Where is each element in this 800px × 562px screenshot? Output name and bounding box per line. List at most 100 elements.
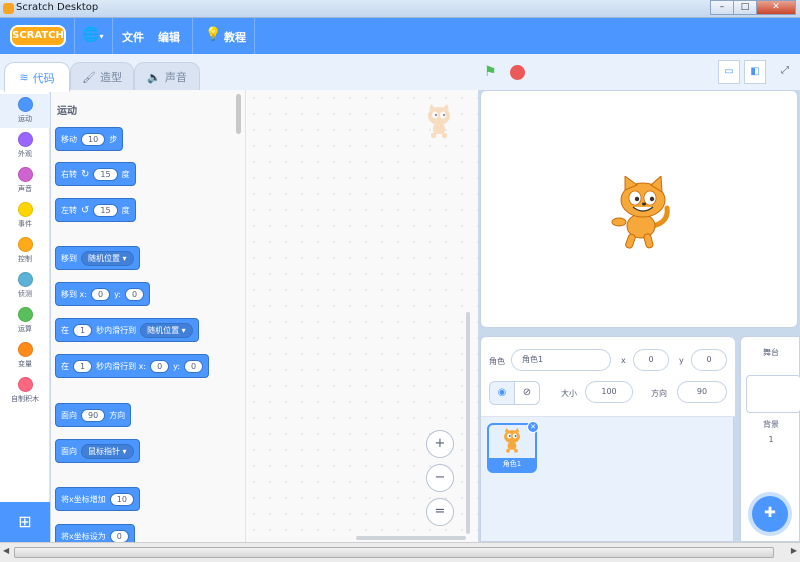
block-number-input[interactable]: 15 [93, 167, 118, 181]
size-input[interactable]: 100 [585, 381, 633, 403]
tab-costumes-label: 造型 [99, 71, 122, 84]
block-turn-right[interactable]: 右转 ↻ 15 度 [55, 162, 136, 186]
y-position-input[interactable]: 0 [691, 349, 727, 371]
fullscreen-button[interactable]: ⤢ [774, 60, 796, 84]
block-goto[interactable]: 移到 随机位置 ▾ [55, 246, 140, 270]
category-label: 声音 [18, 185, 32, 193]
close-button[interactable]: ✕ [756, 0, 796, 15]
sprite-info-panel: 角色 角色1 x 0 y 0 ◉ ⊘ 大小 100 方向 90 [481, 337, 735, 417]
window-horizontal-scrollbar[interactable]: ◀ ▶ [0, 542, 800, 562]
tab-code-label: 代码 [32, 71, 55, 85]
cat-sprite[interactable] [605, 176, 675, 251]
block-number-input[interactable]: 0 [184, 359, 204, 373]
block-dropdown[interactable]: 随机位置 ▾ [81, 250, 134, 266]
rotate-left-icon: ↺ [81, 204, 90, 216]
category-dot [17, 342, 33, 357]
block-glide-to[interactable]: 在 1 秒内滑行到 随机位置 ▾ [55, 318, 199, 342]
block-text: 秒内滑行到 [96, 325, 137, 335]
block-number-input[interactable]: 0 [124, 287, 145, 301]
category-events[interactable]: 事件 [0, 202, 50, 229]
tab-sounds[interactable]: 🔈 声音 [134, 62, 200, 91]
minimize-button[interactable]: – [710, 0, 734, 15]
block-glide-xy[interactable]: 在 1 秒内滑行到 x: 0 y: 0 [55, 354, 210, 378]
zoom-out-button[interactable]: − [426, 464, 454, 492]
stage-canvas[interactable] [480, 90, 798, 328]
workspace-horizontal-scrollbar[interactable] [356, 536, 466, 540]
zoom-reset-button[interactable]: = [426, 498, 454, 526]
eye-slash-icon: ⊘ [522, 387, 532, 398]
sprite-name-input[interactable]: 角色1 [511, 349, 611, 371]
block-change-x[interactable]: 将x坐标增加 10 [55, 487, 140, 511]
block-set-x[interactable]: 将x坐标设为 0 [55, 524, 135, 542]
size-label: 大小 [561, 389, 577, 398]
block-number-input[interactable]: 90 [81, 408, 106, 422]
category-variables[interactable]: 变量 [0, 342, 50, 369]
direction-input[interactable]: 90 [677, 381, 727, 403]
block-dropdown[interactable]: 随机位置 ▾ [140, 322, 193, 338]
block-text: 度 [121, 169, 130, 179]
category-sound[interactable]: 声音 [0, 167, 50, 194]
speaker-icon: 🔈 [147, 70, 161, 84]
block-number-input[interactable]: 0 [90, 287, 111, 301]
globe-icon[interactable]: 🌐▾ [82, 27, 103, 43]
code-workspace[interactable]: + − = [246, 90, 478, 542]
large-stage-button[interactable]: ◧ [744, 60, 766, 84]
category-looks[interactable]: 外观 [0, 132, 50, 159]
scroll-right-icon[interactable]: ▶ [791, 546, 797, 555]
scroll-left-icon[interactable]: ◀ [3, 546, 9, 555]
choose-sprite-button[interactable]: ✚ [752, 496, 788, 532]
block-palette: 运动 移动 10 步 右转 ↻ 15 度 左转 ↺ 15 度 移到 随机位置 ▾… [51, 90, 246, 542]
block-move-steps[interactable]: 移动 10 步 [55, 127, 124, 151]
category-dot [17, 237, 33, 252]
tab-costumes[interactable]: 🖌 造型 [70, 62, 134, 91]
block-text: y: [114, 289, 121, 299]
zoom-in-button[interactable]: + [426, 430, 454, 458]
block-number-input[interactable]: 15 [93, 203, 118, 217]
show-sprite-button[interactable]: ◉ [489, 381, 515, 405]
block-text: 右转 [61, 169, 77, 179]
fullscreen-icon: ⤢ [781, 65, 789, 76]
category-operators[interactable]: 运算 [0, 307, 50, 334]
block-number-input[interactable]: 10 [81, 132, 106, 146]
block-number-input[interactable]: 0 [150, 359, 170, 373]
menu-divider [74, 18, 75, 54]
menu-edit[interactable]: 编辑 [158, 29, 180, 45]
block-number-input[interactable]: 10 [109, 492, 134, 506]
hide-sprite-button[interactable]: ⊘ [514, 381, 540, 405]
add-extension-button[interactable]: ⊞ [0, 502, 50, 542]
block-dropdown[interactable]: 鼠标指针 ▾ [81, 443, 134, 459]
block-goto-xy[interactable]: 移到 x: 0 y: 0 [55, 282, 151, 306]
scrollbar-thumb[interactable] [14, 547, 774, 558]
category-sensing[interactable]: 侦测 [0, 272, 50, 299]
block-number-input[interactable]: 0 [109, 529, 129, 542]
y-label: y [679, 356, 684, 365]
small-stage-button[interactable]: ▭ [718, 60, 740, 84]
block-point-direction[interactable]: 面向 90 方向 [55, 403, 132, 427]
block-number-input[interactable]: 1 [73, 359, 93, 373]
block-text: 移动 [61, 134, 77, 144]
sprite-tile[interactable]: ✕ 角色1 [487, 421, 539, 473]
tab-code[interactable]: ≋ 代码 [4, 62, 70, 92]
maximize-button[interactable]: □ [733, 0, 757, 15]
category-control[interactable]: 控制 [0, 237, 50, 264]
scratch-logo[interactable]: SCRATCH [10, 25, 66, 47]
block-number-input[interactable]: 1 [73, 323, 93, 337]
delete-sprite-icon[interactable]: ✕ [527, 421, 539, 433]
block-point-towards[interactable]: 面向 鼠标指针 ▾ [55, 439, 140, 463]
menu-tutorials[interactable]: 教程 [224, 29, 246, 45]
palette-scrollbar[interactable] [236, 94, 241, 134]
green-flag-icon[interactable]: ⚑ [484, 64, 497, 80]
block-text: y: [173, 361, 181, 371]
menu-file[interactable]: 文件 [122, 29, 144, 45]
stop-icon[interactable] [510, 65, 525, 80]
sprite-thumbnail [504, 428, 520, 453]
workspace-vertical-scrollbar[interactable] [466, 312, 470, 534]
block-turn-left[interactable]: 左转 ↺ 15 度 [55, 198, 136, 222]
category-my-blocks[interactable]: 自制积木 [0, 377, 50, 404]
category-motion[interactable]: 运动 [0, 94, 50, 128]
x-position-input[interactable]: 0 [633, 349, 669, 371]
stage-thumbnail [746, 375, 800, 413]
code-icon: ≋ [19, 71, 29, 84]
zoom-in-icon: + [434, 436, 446, 451]
lightbulb-icon: 💡 [205, 27, 222, 42]
